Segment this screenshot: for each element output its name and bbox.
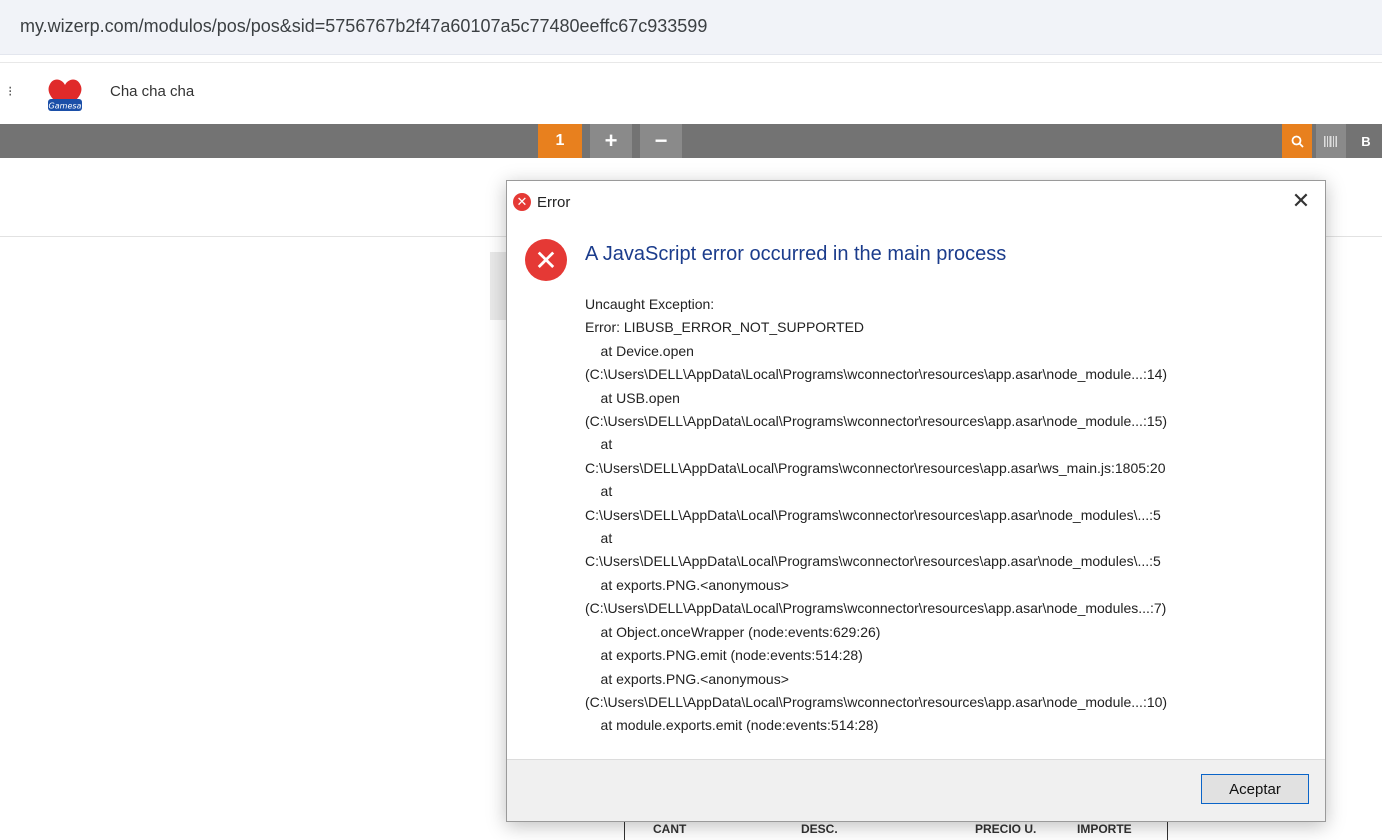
error-message-line: at module.exports.emit (node:events:514:…	[585, 717, 879, 734]
error-dialog: ✕ Error ✕ ✕ A JavaScript error occurred …	[506, 180, 1326, 822]
error-message-line: at Device.open	[585, 342, 694, 359]
column-header-desc: DESC.	[801, 822, 838, 836]
address-bar[interactable]: my.wizerp.com/modulos/pos/pos&sid=575676…	[0, 0, 1382, 55]
error-message-line: C:\Users\DELL\AppData\Local\Programs\wco…	[585, 506, 1161, 523]
error-message-line: at	[585, 483, 613, 500]
dialog-footer: Aceptar	[507, 759, 1325, 821]
more-vert-icon[interactable]: ⁝	[8, 83, 12, 100]
error-icon: ✕	[525, 239, 567, 281]
error-message-line: C:\Users\DELL\AppData\Local\Programs\wco…	[585, 459, 1166, 476]
error-message-line: at	[585, 530, 613, 547]
close-icon[interactable]: ✕	[1285, 187, 1317, 215]
error-message-line: (C:\Users\DELL\AppData\Local\Programs\wc…	[585, 366, 1168, 383]
dialog-title: Error	[537, 193, 571, 211]
logo-text: Gamesa	[49, 102, 82, 111]
column-header-importe: IMPORTE	[1077, 822, 1132, 836]
error-message-line: at exports.PNG.<anonymous>	[585, 576, 789, 593]
error-message-line: (C:\Users\DELL\AppData\Local\Programs\wc…	[585, 600, 1167, 617]
error-message-line: at	[585, 436, 613, 453]
barcode-icon[interactable]	[1316, 124, 1346, 158]
column-header-precio: PRECIO U.	[975, 822, 1037, 836]
search-icon[interactable]	[1282, 124, 1312, 158]
toolbar-b-button[interactable]: B	[1350, 124, 1382, 158]
error-small-icon: ✕	[513, 193, 531, 211]
add-ticket-button[interactable]: +	[590, 124, 632, 158]
error-message-line: at Object.onceWrapper (node:events:629:2…	[585, 623, 881, 640]
error-message-line: C:\Users\DELL\AppData\Local\Programs\wco…	[585, 553, 1161, 570]
dialog-heading: A JavaScript error occurred in the main …	[585, 243, 1007, 265]
url-text[interactable]: my.wizerp.com/modulos/pos/pos&sid=575676…	[20, 16, 707, 37]
error-message-line: (C:\Users\DELL\AppData\Local\Programs\wc…	[585, 413, 1168, 430]
error-message: Uncaught Exception: Error: LIBUSB_ERROR_…	[585, 293, 1305, 738]
error-message-line: (C:\Users\DELL\AppData\Local\Programs\wc…	[585, 693, 1168, 710]
accept-button[interactable]: Aceptar	[1201, 774, 1309, 804]
error-message-line: Error: LIBUSB_ERROR_NOT_SUPPORTED	[585, 319, 865, 336]
pos-toolbar: 1 + − B	[0, 124, 1382, 158]
ticket-tab-1[interactable]: 1	[538, 124, 582, 158]
error-message-line: at USB.open	[585, 389, 680, 406]
error-message-line: at exports.PNG.<anonymous>	[585, 670, 789, 687]
remove-ticket-button[interactable]: −	[640, 124, 682, 158]
gamesa-logo-icon[interactable]: Gamesa	[44, 75, 86, 113]
error-message-line: Uncaught Exception:	[585, 296, 715, 312]
bookmark-cha-cha-cha[interactable]: Cha cha cha	[110, 83, 194, 100]
error-message-line: at exports.PNG.emit (node:events:514:28)	[585, 647, 863, 664]
column-header-cant: CANT	[653, 822, 687, 836]
bookmark-bar: ⁝ Gamesa Cha cha cha	[0, 62, 1382, 123]
dialog-title-bar: ✕ Error	[513, 191, 570, 213]
